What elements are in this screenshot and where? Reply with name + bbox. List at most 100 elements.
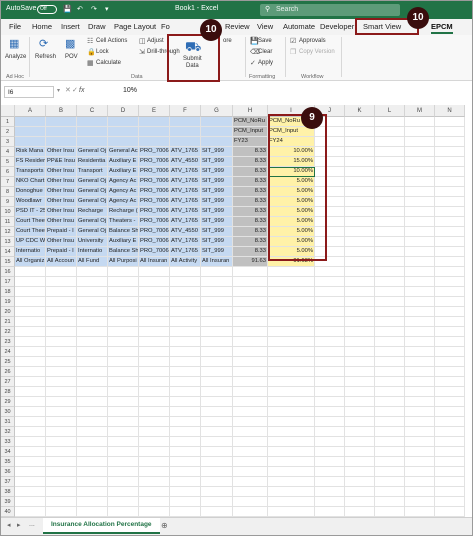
cell-m17[interactable] xyxy=(405,277,435,287)
cell-f22[interactable] xyxy=(170,327,201,337)
cell-i33[interactable] xyxy=(268,437,315,447)
row-header-10[interactable]: 10 xyxy=(1,207,15,217)
cell-b19[interactable] xyxy=(46,297,77,307)
cell-g25[interactable] xyxy=(201,357,233,367)
cell-n38[interactable] xyxy=(435,487,465,497)
cell-k16[interactable] xyxy=(345,267,375,277)
cell-f27[interactable] xyxy=(170,377,201,387)
cell-n8[interactable] xyxy=(435,187,465,197)
cell-k24[interactable] xyxy=(345,347,375,357)
cell-l9[interactable] xyxy=(375,197,405,207)
cell-b15[interactable]: All Accoun xyxy=(46,257,77,267)
cell-b38[interactable] xyxy=(46,487,77,497)
cell-a28[interactable] xyxy=(15,387,46,397)
cell-k23[interactable] xyxy=(345,337,375,347)
column-header-l[interactable]: L xyxy=(375,105,405,117)
cell-h24[interactable] xyxy=(233,347,268,357)
cell-a18[interactable] xyxy=(15,287,46,297)
cell-e16[interactable] xyxy=(139,267,170,277)
cell-k33[interactable] xyxy=(345,437,375,447)
cell-d2[interactable] xyxy=(108,127,139,137)
cell-g5[interactable]: SIT_999 xyxy=(201,157,233,167)
cell-g11[interactable]: SIT_999 xyxy=(201,217,233,227)
cell-b31[interactable] xyxy=(46,417,77,427)
cell-d13[interactable]: Auxiliary E xyxy=(108,237,139,247)
cell-f13[interactable]: ATV_1765 xyxy=(170,237,201,247)
cell-b34[interactable] xyxy=(46,447,77,457)
cell-a3[interactable] xyxy=(15,137,46,147)
cell-h2[interactable]: PCM_Input xyxy=(233,127,268,137)
tab-automate[interactable]: Automate xyxy=(283,22,315,31)
cell-k32[interactable] xyxy=(345,427,375,437)
cell-g34[interactable] xyxy=(201,447,233,457)
cell-f30[interactable] xyxy=(170,407,201,417)
cell-n30[interactable] xyxy=(435,407,465,417)
cell-l39[interactable] xyxy=(375,497,405,507)
cell-h6[interactable]: 8.33 xyxy=(233,167,268,177)
cell-e6[interactable]: PRO_7006 xyxy=(139,167,170,177)
cell-k38[interactable] xyxy=(345,487,375,497)
tab-file[interactable]: File xyxy=(9,22,21,31)
cell-m8[interactable] xyxy=(405,187,435,197)
cell-i29[interactable] xyxy=(268,397,315,407)
cell-f37[interactable] xyxy=(170,477,201,487)
cell-d18[interactable] xyxy=(108,287,139,297)
cell-l23[interactable] xyxy=(375,337,405,347)
cell-l12[interactable] xyxy=(375,227,405,237)
cell-j25[interactable] xyxy=(315,357,345,367)
cell-f10[interactable]: ATV_1765 xyxy=(170,207,201,217)
cell-h20[interactable] xyxy=(233,307,268,317)
cell-e38[interactable] xyxy=(139,487,170,497)
cell-a7[interactable]: NKO Chart xyxy=(15,177,46,187)
cell-a14[interactable]: Internatio xyxy=(15,247,46,257)
cell-g2[interactable] xyxy=(201,127,233,137)
cell-g32[interactable] xyxy=(201,427,233,437)
cell-d23[interactable] xyxy=(108,337,139,347)
cell-n1[interactable] xyxy=(435,117,465,127)
cell-e8[interactable]: PRO_7006 xyxy=(139,187,170,197)
cell-d28[interactable] xyxy=(108,387,139,397)
cell-e7[interactable]: PRO_7006 xyxy=(139,177,170,187)
row-header-11[interactable]: 11 xyxy=(1,217,15,227)
cell-n22[interactable] xyxy=(435,327,465,337)
cell-i36[interactable] xyxy=(268,467,315,477)
cell-b37[interactable] xyxy=(46,477,77,487)
refresh-button[interactable]: Refresh xyxy=(35,54,56,60)
cell-n17[interactable] xyxy=(435,277,465,287)
cell-h32[interactable] xyxy=(233,427,268,437)
cell-b23[interactable] xyxy=(46,337,77,347)
cell-h10[interactable]: 8.33 xyxy=(233,207,268,217)
cell-a17[interactable] xyxy=(15,277,46,287)
cell-l3[interactable] xyxy=(375,137,405,147)
cell-n27[interactable] xyxy=(435,377,465,387)
cell-d32[interactable] xyxy=(108,427,139,437)
cell-b5[interactable]: PP&E Insu xyxy=(46,157,77,167)
cell-c33[interactable] xyxy=(77,437,108,447)
cell-c3[interactable] xyxy=(77,137,108,147)
cell-g31[interactable] xyxy=(201,417,233,427)
tab-epcm[interactable]: EPCM xyxy=(431,22,453,34)
row-header-27[interactable]: 27 xyxy=(1,377,15,387)
cell-c26[interactable] xyxy=(77,367,108,377)
cell-i31[interactable] xyxy=(268,417,315,427)
cell-c29[interactable] xyxy=(77,397,108,407)
cell-n26[interactable] xyxy=(435,367,465,377)
analyze-button[interactable]: Analyze xyxy=(5,54,26,60)
cell-c4[interactable]: General Oj xyxy=(77,147,108,157)
autosave-toggle[interactable]: Off xyxy=(37,5,57,14)
cell-f23[interactable] xyxy=(170,337,201,347)
cell-b7[interactable]: Other Insu xyxy=(46,177,77,187)
cell-k29[interactable] xyxy=(345,397,375,407)
cell-m28[interactable] xyxy=(405,387,435,397)
cell-e4[interactable]: PRO_7006 xyxy=(139,147,170,157)
cell-h4[interactable]: 8.33 xyxy=(233,147,268,157)
cell-g30[interactable] xyxy=(201,407,233,417)
cell-a4[interactable]: Risk Mana xyxy=(15,147,46,157)
approvals-button[interactable]: Approvals xyxy=(299,38,326,44)
cell-j26[interactable] xyxy=(315,367,345,377)
tab-insert[interactable]: Insert xyxy=(61,22,80,31)
cell-f1[interactable] xyxy=(170,117,201,127)
cell-c34[interactable] xyxy=(77,447,108,457)
row-header-36[interactable]: 36 xyxy=(1,467,15,477)
cell-m16[interactable] xyxy=(405,267,435,277)
